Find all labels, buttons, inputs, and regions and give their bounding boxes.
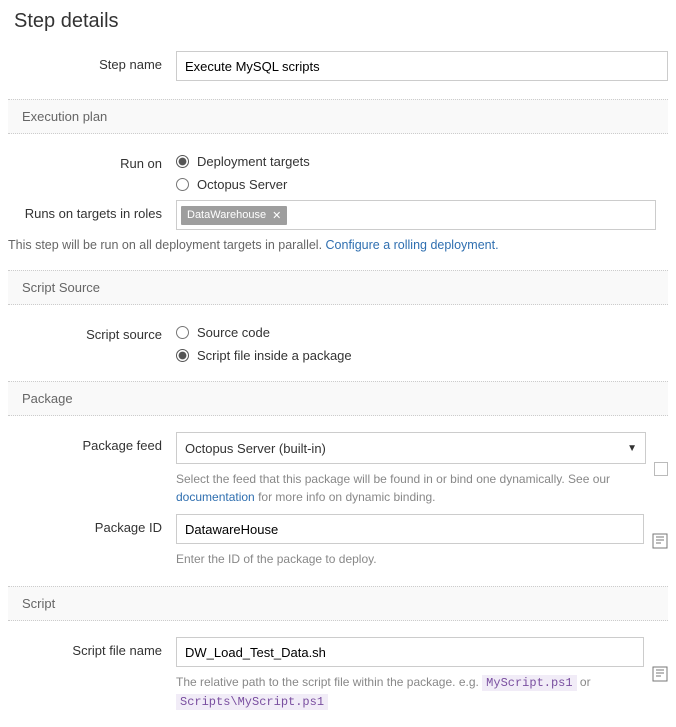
run-on-targets-option[interactable]: Deployment targets: [176, 154, 310, 169]
variable-bind-icon[interactable]: [652, 666, 668, 682]
package-feed-select[interactable]: Octopus Server (built-in) ▼: [176, 432, 646, 464]
script-source-package-text: Script file inside a package: [197, 348, 352, 363]
script-example-1: MyScript.ps1: [482, 675, 576, 691]
run-on-targets-text: Deployment targets: [197, 154, 310, 169]
parallel-note: This step will be run on all deployment …: [8, 238, 668, 252]
package-feed-row: Package feed Octopus Server (built-in) ▼…: [8, 432, 668, 506]
run-on-server-option[interactable]: Octopus Server: [176, 177, 310, 192]
script-source-code-option[interactable]: Source code: [176, 325, 352, 340]
package-feed-helper: Select the feed that this package will b…: [176, 470, 646, 506]
script-source-package-option[interactable]: Script file inside a package: [176, 348, 352, 363]
section-script-source: Script Source: [8, 270, 668, 305]
parallel-note-text: This step will be run on all deployment …: [8, 238, 326, 252]
script-source-code-text: Source code: [197, 325, 270, 340]
step-name-label: Step name: [8, 51, 176, 72]
run-on-server-text: Octopus Server: [197, 177, 287, 192]
role-tag-text: DataWarehouse: [187, 209, 266, 221]
script-file-input[interactable]: [176, 637, 644, 667]
package-id-row: Package ID Enter the ID of the package t…: [8, 514, 668, 568]
package-feed-bind-checkbox[interactable]: [654, 462, 668, 476]
roles-row: Runs on targets in roles DataWarehouse ✕: [8, 200, 668, 230]
role-tag[interactable]: DataWarehouse ✕: [181, 206, 287, 225]
script-source-code-radio[interactable]: [176, 326, 189, 339]
package-id-helper: Enter the ID of the package to deploy.: [176, 550, 644, 568]
package-feed-doc-link[interactable]: documentation: [176, 490, 255, 504]
script-source-label: Script source: [8, 321, 176, 342]
script-file-label: Script file name: [8, 637, 176, 658]
run-on-label: Run on: [8, 150, 176, 171]
role-tag-remove-icon[interactable]: ✕: [272, 209, 281, 222]
package-feed-label: Package feed: [8, 432, 176, 453]
script-file-row: Script file name The relative path to th…: [8, 637, 668, 711]
chevron-down-icon: ▼: [627, 443, 637, 454]
script-source-row: Script source Source code Script file in…: [8, 321, 668, 363]
roles-label: Runs on targets in roles: [8, 200, 176, 221]
run-on-row: Run on Deployment targets Octopus Server: [8, 150, 668, 192]
run-on-server-radio[interactable]: [176, 178, 189, 191]
step-name-input[interactable]: [176, 51, 668, 81]
step-name-row: Step name: [8, 51, 668, 81]
parallel-note-link[interactable]: Configure a rolling deployment.: [326, 238, 499, 252]
script-example-2: Scripts\MyScript.ps1: [176, 694, 328, 710]
script-file-helper: The relative path to the script file wit…: [176, 673, 644, 711]
variable-bind-icon[interactable]: [652, 533, 668, 549]
roles-input[interactable]: DataWarehouse ✕: [176, 200, 656, 230]
page-title: Step details: [14, 10, 668, 33]
section-script: Script: [8, 586, 668, 621]
section-package: Package: [8, 381, 668, 416]
section-execution-plan: Execution plan: [8, 99, 668, 134]
package-id-input[interactable]: [176, 514, 644, 544]
package-feed-value: Octopus Server (built-in): [185, 441, 326, 456]
script-source-package-radio[interactable]: [176, 349, 189, 362]
package-id-label: Package ID: [8, 514, 176, 535]
run-on-targets-radio[interactable]: [176, 155, 189, 168]
